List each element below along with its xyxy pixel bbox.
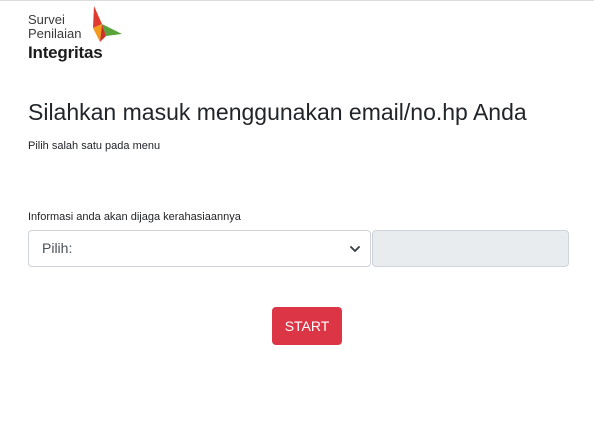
start-button[interactable]: START xyxy=(272,307,342,345)
login-type-select[interactable]: Pilih: xyxy=(28,230,371,267)
logo-line-2: Penilaian xyxy=(28,26,82,41)
logo: Survei Penilaian Integritas xyxy=(28,6,138,66)
page-subtitle: Pilih salah satu pada menu xyxy=(28,140,161,152)
page-title: Silahkan masuk menggunakan email/no.hp A… xyxy=(28,99,527,125)
logo-line-1: Survei xyxy=(28,12,65,27)
privacy-label: Informasi anda akan dijaga kerahasiaanny… xyxy=(28,211,241,223)
select-value: Pilih: xyxy=(42,240,73,256)
top-divider xyxy=(0,0,594,1)
logo-mark-icon xyxy=(93,6,122,42)
credential-input[interactable] xyxy=(372,230,569,267)
chevron-down-icon xyxy=(350,246,360,252)
